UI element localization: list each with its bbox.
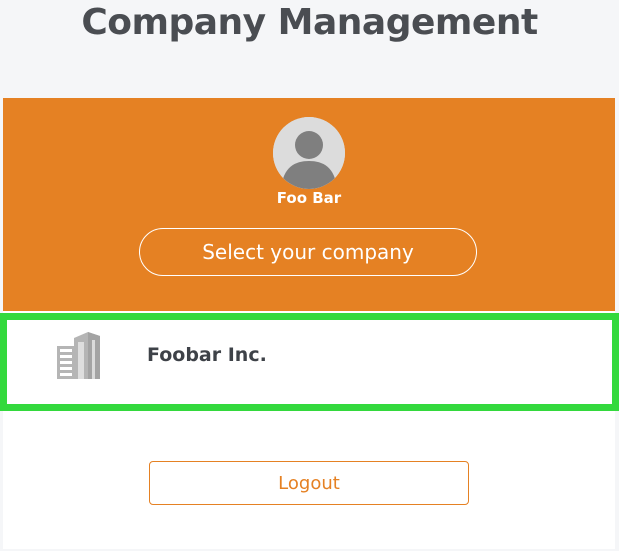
company-list-item[interactable]: Foobar Inc. <box>0 313 619 411</box>
company-name: Foobar Inc. <box>147 344 267 366</box>
user-avatar-icon <box>273 117 345 189</box>
building-icon <box>54 328 106 386</box>
company-selection-card: Foo Bar Select your company Foobar Inc. … <box>0 98 619 549</box>
logout-button[interactable]: Logout <box>149 461 469 505</box>
user-name: Foo Bar <box>276 189 342 207</box>
profile-header: Foo Bar Select your company <box>3 98 615 311</box>
page-title: Company Management <box>81 2 538 43</box>
company-management-page: Company Management Foo Bar Select your c… <box>0 0 619 551</box>
select-company-button[interactable]: Select your company <box>139 228 477 276</box>
